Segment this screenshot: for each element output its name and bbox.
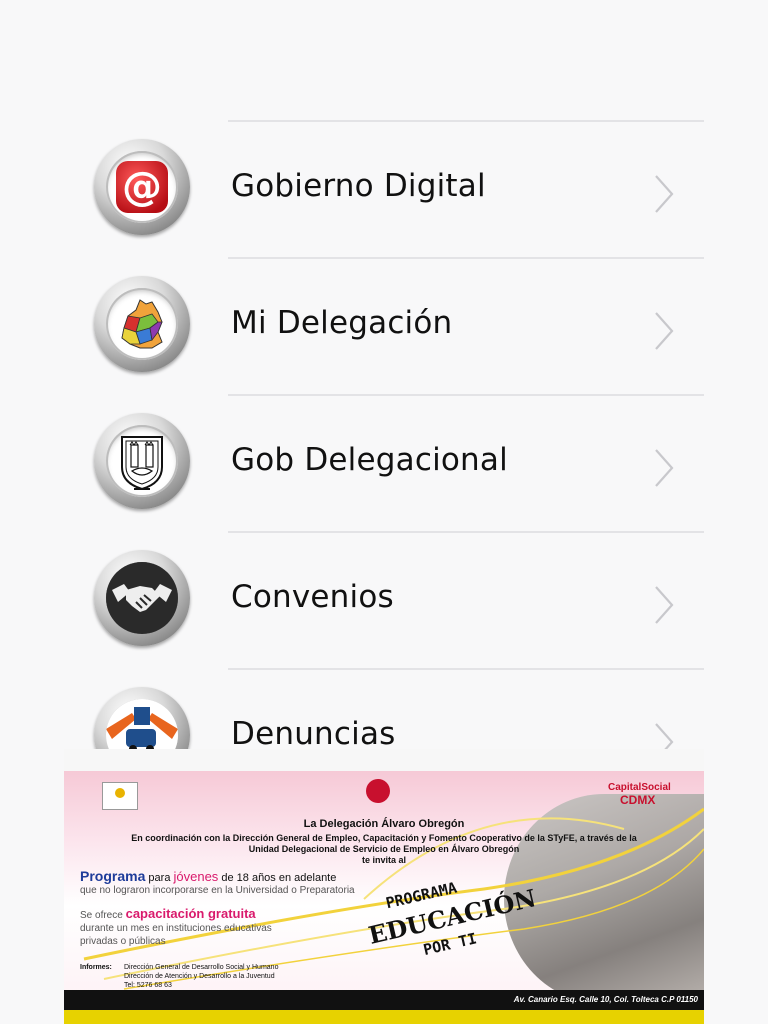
at-sign-badge: @	[94, 139, 190, 235]
informes-phone: Tel: 5276 68 63	[124, 982, 172, 989]
banner-line-2: Unidad Delegacional de Servicio de Emple…	[248, 844, 520, 854]
capacitacion-text: capacitación gratuita	[125, 906, 256, 921]
delegation-logo	[366, 779, 390, 803]
informes-line-1: Dirección General de Desarrollo Social y…	[124, 964, 279, 971]
se-ofrece-text: Se ofrece	[80, 910, 126, 921]
banner-title: La Delegación Álvaro Obregón	[303, 818, 465, 830]
informes-line-2: Dirección de Atención y Desarrollo a la …	[124, 973, 275, 980]
age-text: de 18 años en adelante	[218, 872, 337, 884]
menu-item-label: Convenios	[231, 579, 394, 615]
coat-of-arms-badge	[94, 413, 190, 509]
handshake-badge	[94, 550, 190, 646]
privadas-line: privadas o públicas	[80, 936, 166, 947]
banner-address: Av. Canario Esq. Calle 10, Col. Tolteca …	[513, 995, 698, 1004]
coat-of-arms-icon	[121, 436, 163, 491]
durante-line: durante un mes en instituciones educativ…	[80, 923, 272, 934]
chevron-right-icon	[655, 175, 674, 213]
capital-social-logo: CapitalSocial	[608, 782, 671, 793]
chevron-right-icon	[655, 586, 674, 624]
cdmx-seal-logo	[102, 782, 138, 810]
menu-item-gob-delegacional[interactable]: Gob Delegacional	[0, 396, 768, 532]
ad-banner[interactable]: CapitalSocial CDMX La Delegación Álvaro …	[64, 749, 704, 1024]
menu-item-label: Gobierno Digital	[231, 168, 486, 204]
at-sign-icon: @	[116, 161, 168, 213]
handshake-icon	[106, 562, 178, 634]
no-lograron-line: que no lograron incorporarse en la Unive…	[80, 885, 355, 896]
informes-value: Dirección General de Desarrollo Social y…	[124, 963, 344, 990]
svg-text:@: @	[122, 164, 162, 210]
banner-yellow-strip	[64, 1010, 704, 1024]
para-word: para	[145, 872, 174, 884]
chevron-right-icon	[655, 449, 674, 487]
menu-item-label: Gob Delegacional	[231, 442, 508, 478]
banner-footer: Av. Canario Esq. Calle 10, Col. Tolteca …	[64, 990, 704, 1010]
programa-word: Programa	[80, 868, 146, 884]
jovenes-word: jóvenes	[173, 869, 219, 884]
menu-item-gobierno-digital[interactable]: @ Gobierno Digital	[0, 122, 768, 258]
delegation-map-badge	[94, 276, 190, 372]
informes-label: Informes:	[80, 964, 112, 971]
menu-item-label: Denuncias	[231, 716, 396, 752]
banner-line-3: te invita al	[361, 855, 406, 865]
delegation-map-icon	[121, 299, 163, 349]
menu-item-convenios[interactable]: Convenios	[0, 533, 768, 669]
program-line: Programa para jóvenes de 18 años en adel…	[80, 868, 336, 884]
menu-item-label: Mi Delegación	[231, 305, 453, 341]
cdmx-logo: CDMX	[620, 793, 656, 807]
menu-item-mi-delegacion[interactable]: Mi Delegación	[0, 259, 768, 395]
chevron-right-icon	[655, 312, 674, 350]
capacitacion-line: Se ofrece capacitación gratuita	[80, 906, 256, 921]
banner-line-1: En coordinación con la Dirección General…	[131, 833, 637, 843]
